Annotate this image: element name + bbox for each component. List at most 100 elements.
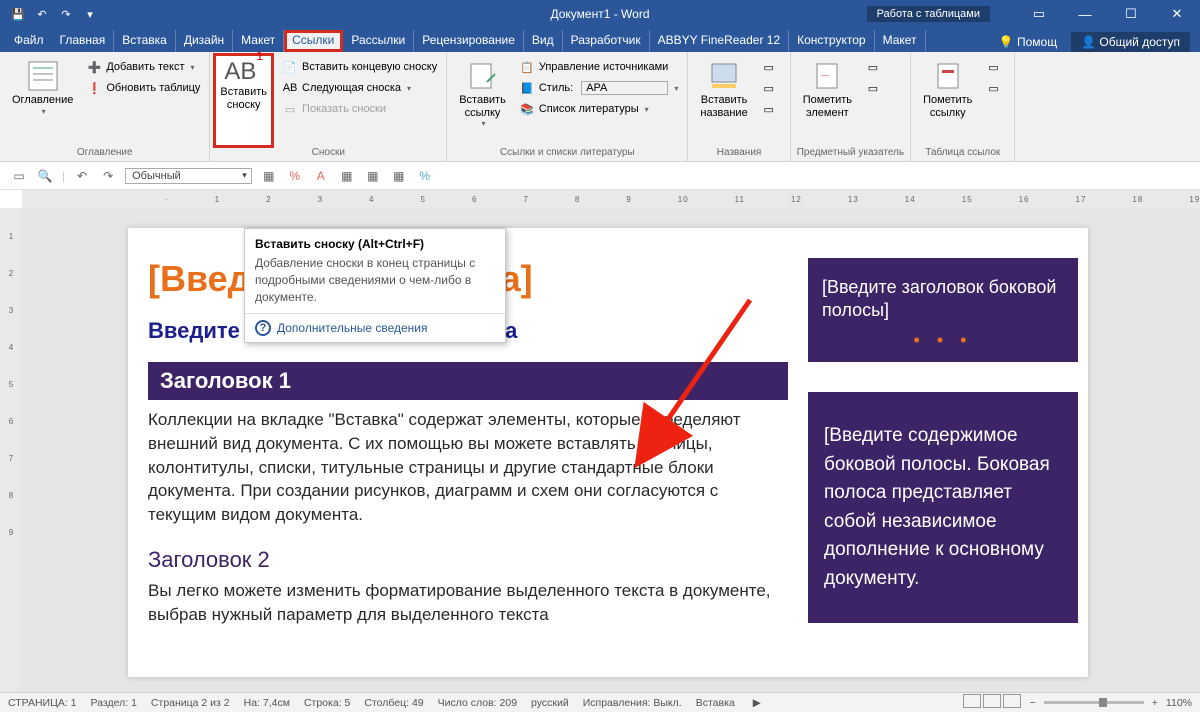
tool-4-icon[interactable]: ▦ [338, 167, 356, 185]
citation-icon [467, 60, 499, 92]
toa-extra-2[interactable]: ▭ [982, 79, 1008, 97]
add-text-icon: ➕ [86, 59, 102, 75]
tooltip-more-link[interactable]: ? Дополнительные сведения [245, 313, 505, 342]
heading-2[interactable]: Заголовок 2 [148, 547, 788, 573]
status-track[interactable]: Исправления: Выкл. [583, 697, 682, 709]
undo-icon[interactable]: ↶ [34, 6, 50, 22]
status-line[interactable]: Строка: 5 [304, 697, 350, 709]
bibliography-icon: 📚 [519, 101, 535, 117]
zoom-in-button[interactable]: + [1152, 697, 1158, 709]
contextual-tab-tabletools: Работа с таблицами [867, 6, 990, 22]
endnote-icon: 📄 [282, 59, 298, 75]
style-selector[interactable]: Обычный [125, 168, 252, 184]
mark-entry-icon: — [811, 60, 843, 92]
tell-me[interactable]: 💡 Помощ [999, 35, 1057, 49]
status-col[interactable]: Столбец: 49 [364, 697, 423, 709]
tool-3-icon[interactable]: A [312, 167, 330, 185]
status-section[interactable]: Раздел: 1 [91, 697, 137, 709]
sidebar-body-box[interactable]: [Введите содержимое боковой полосы. Боко… [808, 392, 1078, 623]
status-pages[interactable]: Страница 2 из 2 [151, 697, 230, 709]
toc-icon [27, 60, 59, 92]
group-toc: Оглавление ▾ ➕Добавить текст▾ ❗Обновить … [0, 52, 210, 161]
status-words[interactable]: Число слов: 209 [438, 697, 517, 709]
minimize-icon[interactable]: — [1062, 0, 1108, 28]
save-icon[interactable]: 💾 [10, 6, 26, 22]
insert-endnote-button[interactable]: 📄Вставить концевую сноску [279, 58, 440, 76]
horizontal-ruler[interactable]: ·1234567891011121314151617181920 [22, 190, 1200, 208]
ribbon: Оглавление ▾ ➕Добавить текст▾ ❗Обновить … [0, 52, 1200, 162]
tab-constructor[interactable]: Конструктор [789, 30, 874, 52]
vertical-ruler[interactable]: 123456789 [0, 208, 22, 692]
toc-button[interactable]: Оглавление ▾ [6, 56, 79, 145]
nav-pane-icon[interactable]: ▭ [10, 167, 28, 185]
caption-extra-3[interactable]: ▭ [758, 100, 784, 118]
qa-dropdown-icon[interactable]: ▾ [82, 6, 98, 22]
next-footnote-button[interactable]: ABСледующая сноска▾ [279, 79, 440, 97]
tab-file[interactable]: Файл [6, 30, 52, 52]
tab-layout2[interactable]: Макет [875, 30, 926, 52]
tool-1-icon[interactable]: ▦ [260, 167, 278, 185]
tab-insert[interactable]: Вставка [114, 30, 176, 52]
ribbon-display-icon[interactable]: ▭ [1016, 0, 1062, 28]
tab-home[interactable]: Главная [52, 30, 115, 52]
index-extra-1[interactable]: ▭ [862, 58, 888, 76]
paragraph-1[interactable]: Коллекции на вкладке "Вставка" содержат … [148, 408, 788, 527]
bibliography-button[interactable]: 📚Список литературы▾ [516, 100, 682, 118]
heading-1[interactable]: Заголовок 1 [148, 362, 788, 400]
update-icon: ❗ [86, 80, 102, 96]
tool-6-icon[interactable]: ▦ [390, 167, 408, 185]
zoom-level[interactable]: 110% [1166, 697, 1192, 709]
document-area: 123456789 [Введ вок документа] Введите п… [0, 208, 1200, 692]
tool-5-icon[interactable]: ▦ [364, 167, 382, 185]
maximize-icon[interactable]: ☐ [1108, 0, 1154, 28]
window-title: Документ1 - Word [550, 7, 649, 21]
status-mode[interactable]: Вставка [696, 697, 735, 709]
status-lang[interactable]: русский [531, 697, 569, 709]
show-notes-button[interactable]: ▭Показать сноски [279, 100, 440, 118]
tab-design[interactable]: Дизайн [176, 30, 233, 52]
update-toc-button[interactable]: ❗Обновить таблицу [83, 79, 203, 97]
caption-icon [708, 60, 740, 92]
redo2-icon[interactable]: ↷ [99, 167, 117, 185]
undo2-icon[interactable]: ↶ [73, 167, 91, 185]
tab-review[interactable]: Рецензирование [414, 30, 524, 52]
tooltip-title: Вставить сноску (Alt+Ctrl+F) [245, 229, 505, 255]
help-circle-icon: ? [255, 320, 271, 336]
zoom-slider[interactable] [1044, 701, 1144, 704]
tool-2-icon[interactable]: % [286, 167, 304, 185]
mark-citation-button[interactable]: Пометить ссылку [917, 56, 978, 145]
add-text-button[interactable]: ➕Добавить текст▾ [83, 58, 203, 76]
toa-extra-1[interactable]: ▭ [982, 58, 1008, 76]
tab-developer[interactable]: Разработчик [563, 30, 650, 52]
macro-icon[interactable]: ▶ [753, 697, 761, 709]
redo-icon[interactable]: ↷ [58, 6, 74, 22]
insert-caption-button[interactable]: Вставить название [694, 56, 753, 145]
citation-style-select[interactable]: 📘Стиль: APA▾ [516, 79, 682, 97]
caption-extra-2[interactable]: ▭ [758, 79, 784, 97]
style-icon: 📘 [519, 80, 535, 96]
zoom-tool-icon[interactable]: 🔍 [36, 167, 54, 185]
tab-abbyy[interactable]: ABBYY FineReader 12 [650, 30, 790, 52]
index-extra-2[interactable]: ▭ [862, 79, 888, 97]
manage-sources-button[interactable]: 📋Управление источниками [516, 58, 682, 76]
paragraph-2[interactable]: Вы легко можете изменить форматирование … [148, 579, 788, 627]
group-citations: Вставить ссылку ▾ 📋Управление источникам… [447, 52, 688, 161]
insert-footnote-button[interactable]: AB1 Вставить сноску [216, 56, 271, 145]
sidebar-title-box[interactable]: [Введите заголовок боковой полосы] • • • [808, 258, 1078, 362]
zoom-out-button[interactable]: − [1030, 697, 1036, 709]
tab-mailings[interactable]: Рассылки [343, 30, 414, 52]
quick-access-toolbar: 💾 ↶ ↷ ▾ [0, 6, 98, 22]
tooltip-body: Добавление сноски в конец страницы с под… [245, 255, 505, 313]
show-notes-icon: ▭ [282, 101, 298, 117]
tool-7-icon[interactable]: % [416, 167, 434, 185]
mark-entry-button[interactable]: — Пометить элемент [797, 56, 858, 145]
insert-citation-button[interactable]: Вставить ссылку ▾ [453, 56, 512, 145]
share-button[interactable]: 👤 Общий доступ [1071, 32, 1190, 52]
status-at[interactable]: На: 7,4см [244, 697, 290, 709]
tab-view[interactable]: Вид [524, 30, 563, 52]
caption-extra-1[interactable]: ▭ [758, 58, 784, 76]
view-buttons[interactable] [962, 694, 1022, 711]
close-icon[interactable]: ✕ [1154, 0, 1200, 28]
tab-references[interactable]: Ссылки [284, 30, 343, 52]
status-page[interactable]: СТРАНИЦА: 1 [8, 697, 77, 709]
